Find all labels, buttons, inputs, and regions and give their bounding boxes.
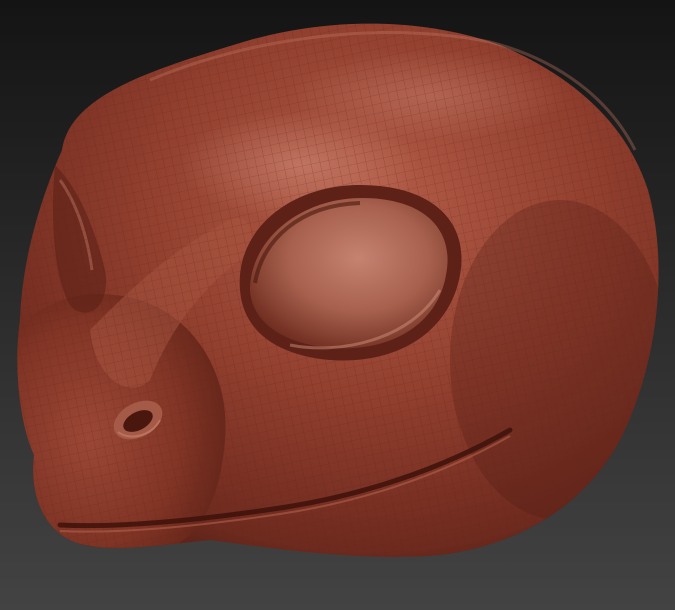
sculpt-viewport[interactable]	[0, 0, 675, 610]
sculpt-canvas[interactable]	[0, 0, 675, 610]
